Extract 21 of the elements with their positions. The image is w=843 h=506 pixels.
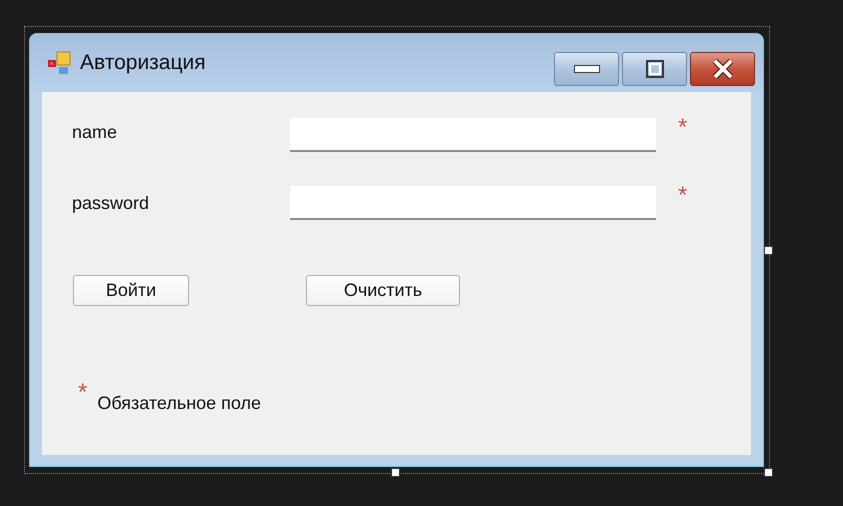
close-button[interactable] <box>690 52 755 86</box>
minimize-button[interactable] <box>554 52 619 86</box>
maximize-button[interactable] <box>622 52 687 86</box>
field-label: password <box>72 193 150 214</box>
close-icon <box>712 59 734 79</box>
field-label: name <box>72 122 118 143</box>
resize-handle[interactable] <box>764 468 773 477</box>
window-title: Авторизация <box>80 51 207 75</box>
text-field[interactable] <box>290 186 656 220</box>
required-mark: * <box>678 184 688 208</box>
app-icon <box>48 51 72 75</box>
resize-handle[interactable] <box>764 246 773 255</box>
clear-button[interactable]: Очистить <box>306 275 460 306</box>
resize-handle[interactable] <box>391 468 400 477</box>
maximize-icon <box>646 60 664 78</box>
text-field[interactable] <box>290 118 656 152</box>
required-mark: * <box>78 381 88 408</box>
required-mark: * <box>678 116 688 140</box>
minimize-icon <box>574 65 600 73</box>
login-button[interactable]: Войти <box>73 275 189 306</box>
legend-text: Обязательное поле <box>97 393 262 414</box>
